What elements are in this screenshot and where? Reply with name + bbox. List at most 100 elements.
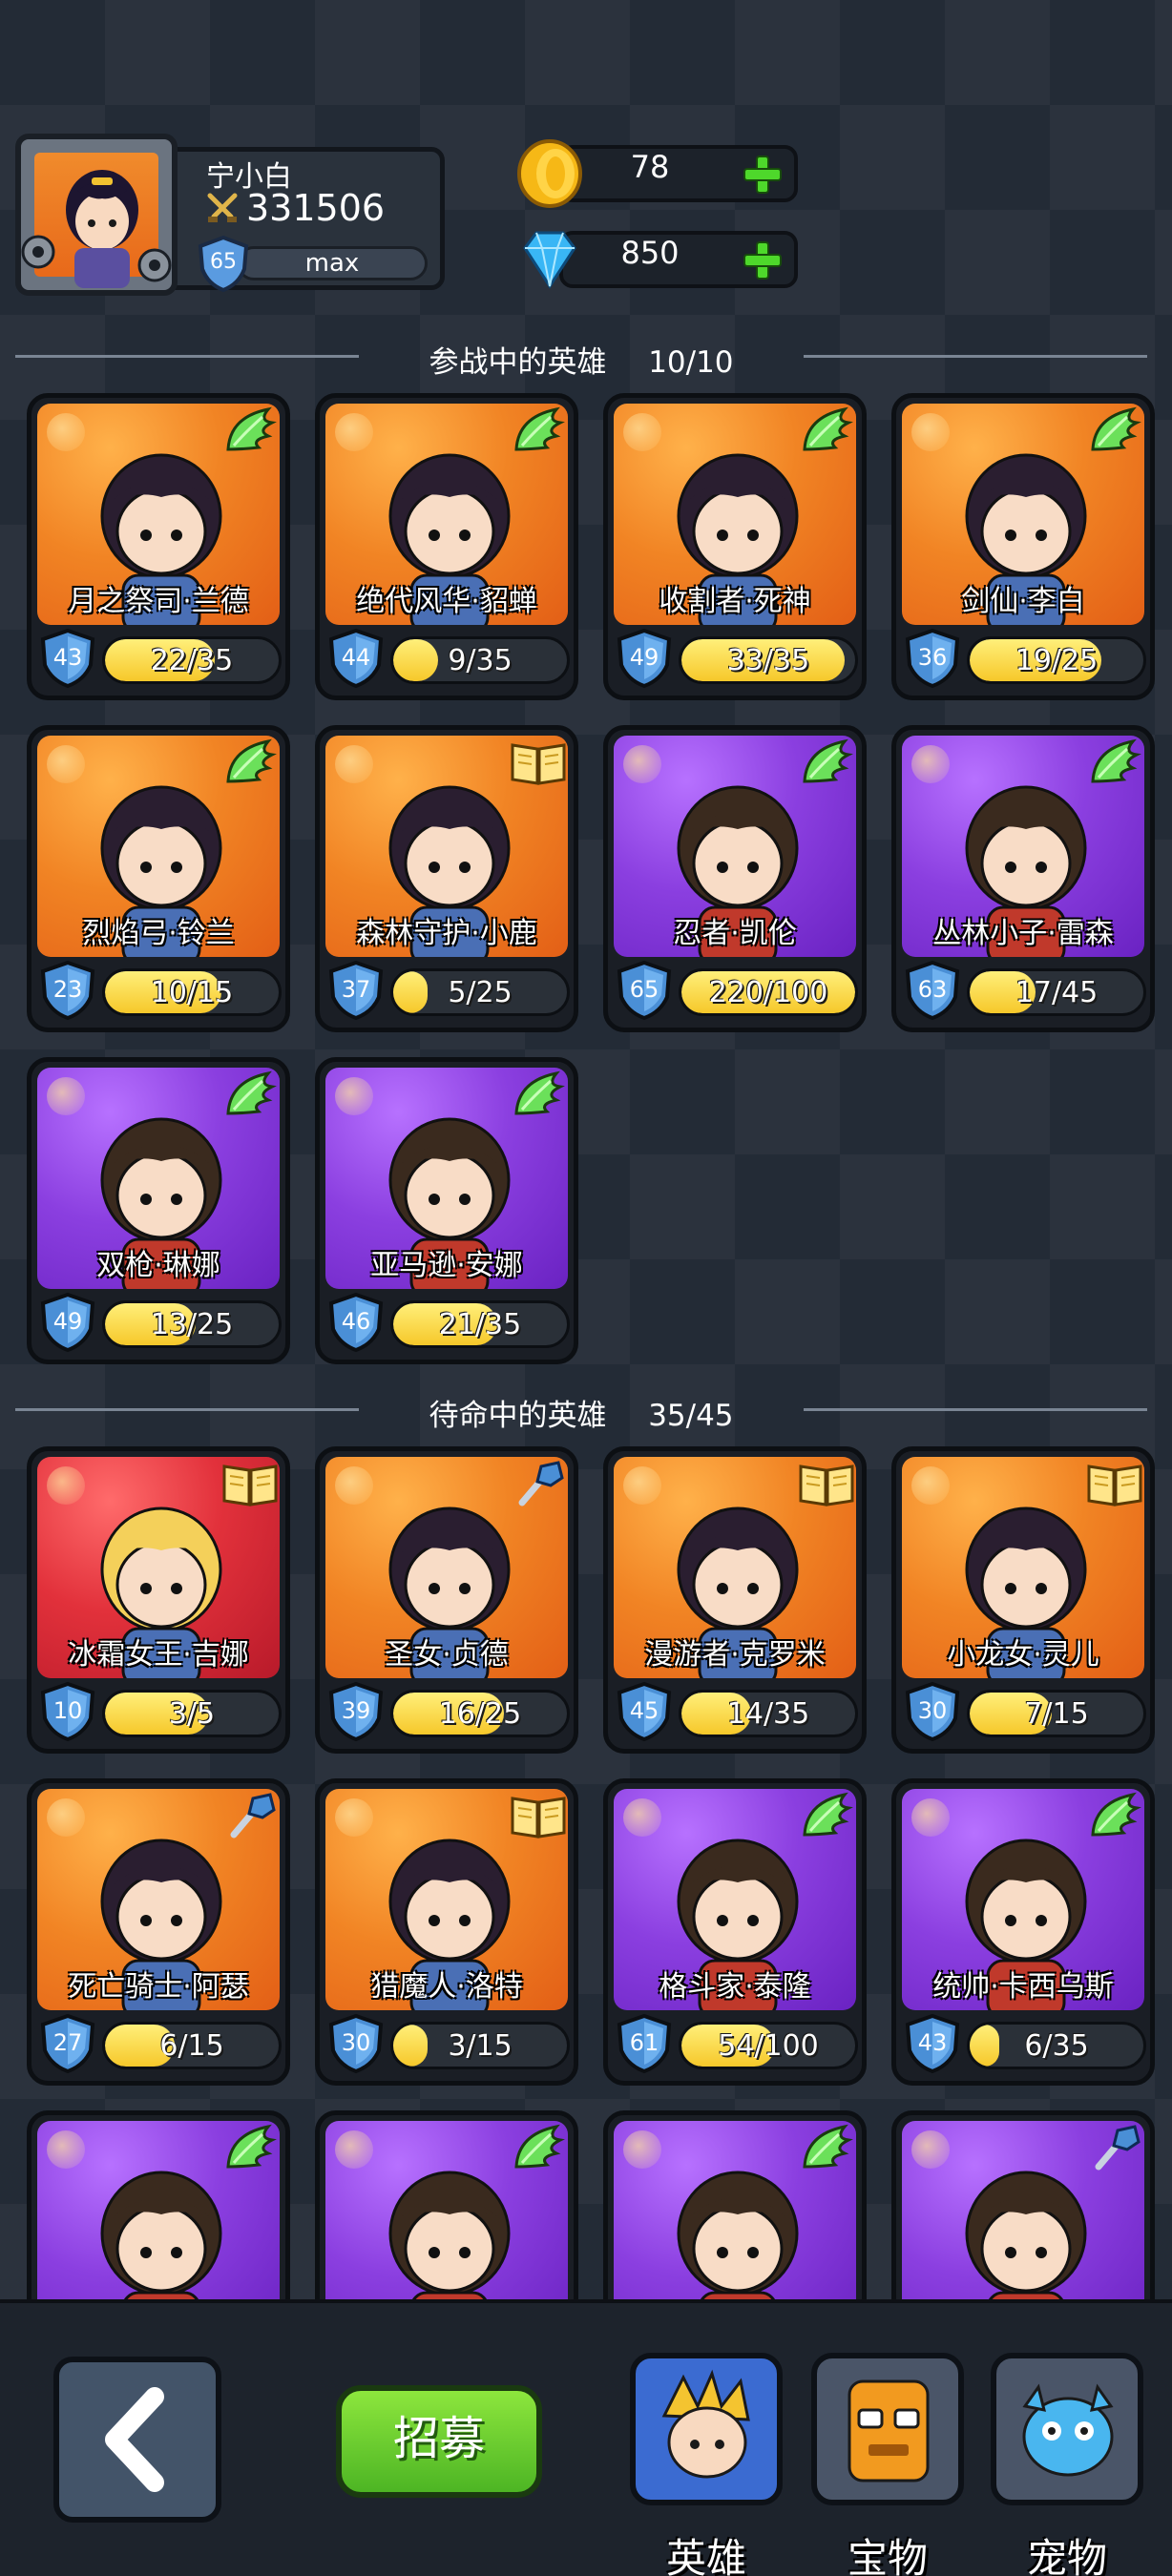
gold-currency: 78 bbox=[512, 139, 798, 208]
hero-card[interactable]: 亚马逊·安娜 46 21/35 bbox=[315, 1057, 578, 1364]
hero-card[interactable]: 剑仙·李白 36 19/25 bbox=[891, 393, 1155, 700]
shard-progress-bar: 220/100 bbox=[679, 968, 858, 1016]
shard-progress-text: 54/100 bbox=[718, 2029, 819, 2063]
diamond-icon bbox=[523, 231, 576, 289]
wing-icon bbox=[1091, 1792, 1141, 1837]
shard-progress-text: 21/35 bbox=[438, 1308, 522, 1341]
wing-icon bbox=[1091, 738, 1141, 783]
hero-level: 39 bbox=[341, 1697, 371, 1724]
recruit-button[interactable]: 招募 bbox=[336, 2385, 542, 2498]
shard-progress-bar: 5/25 bbox=[390, 968, 570, 1016]
shard-progress-text: 7/15 bbox=[1024, 1697, 1089, 1731]
shard-progress-bar: 21/35 bbox=[390, 1300, 570, 1348]
hero-name: 烈焰弓·铃兰 bbox=[82, 917, 235, 950]
hero-card[interactable]: 漫游者·克罗米 45 14/35 bbox=[603, 1446, 867, 1754]
hero-card[interactable]: 忍者·凯伦 65 220/100 bbox=[603, 725, 867, 1032]
shard-progress-bar: 13/25 bbox=[102, 1300, 282, 1348]
hero-level: 27 bbox=[52, 2029, 83, 2056]
wing-icon bbox=[1091, 406, 1141, 451]
shard-progress-text: 6/15 bbox=[159, 2029, 224, 2063]
tab-heroes[interactable]: 英雄 bbox=[630, 2353, 783, 2576]
hero-card[interactable]: 猎魔人·洛特 30 3/15 bbox=[315, 1778, 578, 2086]
hero-name: 收割者·死神 bbox=[659, 585, 811, 618]
deployed-count: 10/10 bbox=[648, 345, 734, 380]
standby-count: 35/45 bbox=[648, 1399, 734, 1433]
add-gold-button[interactable] bbox=[741, 153, 785, 197]
hero-name: 森林守护·小鹿 bbox=[356, 917, 537, 950]
hero-level: 43 bbox=[52, 644, 83, 671]
player-profile[interactable]: 宁小白 331506 max 65 bbox=[15, 134, 445, 296]
book-icon bbox=[511, 1797, 566, 1839]
shard-progress-text: 17/45 bbox=[1015, 976, 1099, 1009]
chevron-left-icon bbox=[105, 2387, 164, 2492]
book-icon bbox=[222, 1465, 278, 1506]
hero-level: 30 bbox=[917, 1697, 948, 1724]
shard-progress-text: 33/35 bbox=[726, 644, 810, 677]
shard-progress-bar: 14/35 bbox=[679, 1690, 858, 1737]
hero-card[interactable]: 丛林小子·雷森 63 17/45 bbox=[891, 725, 1155, 1032]
book-icon bbox=[511, 743, 566, 785]
gear-icon bbox=[137, 248, 172, 282]
hero-name: 忍者·凯伦 bbox=[673, 917, 797, 950]
hero-card[interactable]: 收割者·死神 49 33/35 bbox=[603, 393, 867, 700]
tab-pets-label: 宠物 bbox=[1026, 2535, 1107, 2576]
hero-card[interactable]: 森林守护·小鹿 37 5/25 bbox=[315, 725, 578, 1032]
hero-card[interactable]: 绝代风华·貂蝉 44 9/35 bbox=[315, 393, 578, 700]
hero-card[interactable]: 圣女·贞德 39 16/25 bbox=[315, 1446, 578, 1754]
hero-card[interactable]: 烈焰弓·铃兰 23 10/15 bbox=[27, 725, 290, 1032]
shard-progress-bar: 3/5 bbox=[102, 1690, 282, 1737]
hero-card[interactable]: 月之祭司·兰德 43 22/35 bbox=[27, 393, 290, 700]
player-avatar[interactable] bbox=[15, 134, 178, 296]
hero-name: 双枪·琳娜 bbox=[96, 1249, 220, 1282]
shard-progress-bar: 17/45 bbox=[967, 968, 1146, 1016]
hero-name: 丛林小子·雷森 bbox=[932, 917, 1114, 950]
hero-card[interactable]: 冰霜女王·吉娜 10 3/5 bbox=[27, 1446, 290, 1754]
shovel-icon bbox=[230, 1793, 276, 1839]
wing-icon bbox=[514, 2124, 565, 2169]
hero-level: 44 bbox=[341, 644, 371, 671]
player-level-badge: 65 bbox=[197, 235, 250, 293]
hero-name: 漫游者·克罗米 bbox=[644, 1638, 826, 1672]
hero-name: 圣女·贞德 bbox=[385, 1638, 509, 1672]
hero-card[interactable]: 小龙女·灵儿 30 7/15 bbox=[891, 1446, 1155, 1754]
shard-progress-bar: 16/25 bbox=[390, 1690, 570, 1737]
hero-card[interactable]: 双枪·琳娜 49 13/25 bbox=[27, 1057, 290, 1364]
shovel-icon bbox=[1095, 2125, 1141, 2171]
hero-card[interactable]: 死亡骑士·阿瑟 27 6/15 bbox=[27, 1778, 290, 2086]
shard-progress-text: 16/25 bbox=[438, 1697, 522, 1731]
shard-progress-text: 5/25 bbox=[448, 976, 513, 1009]
hero-card[interactable]: 统帅·卡西乌斯 43 6/35 bbox=[891, 1778, 1155, 2086]
hero-name: 猎魔人·洛特 bbox=[370, 1970, 523, 2004]
add-diamond-button[interactable] bbox=[741, 239, 785, 282]
hero-name: 统帅·卡西乌斯 bbox=[932, 1970, 1114, 2004]
hero-level: 65 bbox=[629, 976, 659, 1003]
hero-level: 10 bbox=[52, 1697, 83, 1724]
shard-progress-bar: 54/100 bbox=[679, 2022, 858, 2069]
shard-progress-text: 3/15 bbox=[448, 2029, 513, 2063]
shard-progress-bar: 6/15 bbox=[102, 2022, 282, 2069]
shard-progress-bar: 10/15 bbox=[102, 968, 282, 1016]
gold-coin-icon bbox=[517, 139, 582, 208]
tab-treasures[interactable]: 宝物 bbox=[811, 2353, 964, 2576]
shard-progress-bar: 33/35 bbox=[679, 636, 858, 684]
back-button[interactable] bbox=[53, 2357, 221, 2523]
hero-card[interactable]: 格斗家·泰隆 61 54/100 bbox=[603, 1778, 867, 2086]
hero-name: 绝代风华·貂蝉 bbox=[356, 585, 537, 618]
power-value: 331506 bbox=[246, 187, 386, 229]
shovel-icon bbox=[518, 1461, 564, 1506]
hero-name: 死亡骑士·阿瑟 bbox=[68, 1970, 249, 2004]
hero-level: 37 bbox=[341, 976, 371, 1003]
standby-section-header: 待命中的英雄 35/45 bbox=[15, 1385, 1147, 1433]
shard-progress-text: 19/25 bbox=[1015, 644, 1099, 677]
tab-pets[interactable]: 宠物 bbox=[991, 2353, 1143, 2576]
hero-level: 30 bbox=[341, 2029, 371, 2056]
shard-progress-text: 6/35 bbox=[1024, 2029, 1089, 2063]
shard-progress-text: 22/35 bbox=[150, 644, 234, 677]
hero-level: 23 bbox=[52, 976, 83, 1003]
shard-progress-text: 14/35 bbox=[726, 1697, 810, 1731]
power-row: 331506 bbox=[206, 187, 385, 229]
gold-amount: 78 bbox=[630, 149, 670, 185]
shard-progress-text: 3/5 bbox=[168, 1697, 216, 1731]
wing-icon bbox=[803, 1792, 853, 1837]
hero-name: 格斗家·泰隆 bbox=[659, 1970, 811, 2004]
